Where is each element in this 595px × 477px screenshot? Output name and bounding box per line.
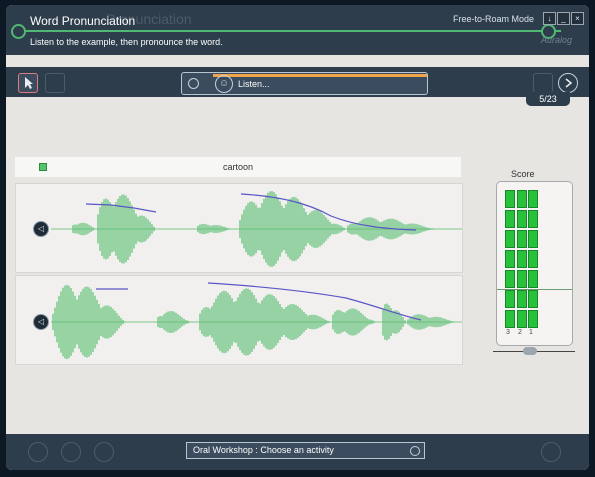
user-waveform-panel: ◁: [15, 275, 463, 365]
score-cell: [517, 270, 527, 288]
status-label: Listen...: [238, 79, 270, 89]
repeat-icon[interactable]: [533, 73, 553, 93]
score-cell: [517, 290, 527, 308]
help-button[interactable]: ↓: [543, 12, 556, 25]
score-slider[interactable]: [493, 347, 575, 355]
listen-bar: ☺ Listen...: [181, 72, 428, 95]
score-cell: [528, 310, 538, 328]
tools-icon[interactable]: [94, 442, 114, 462]
activity-selector[interactable]: Oral Workshop : Choose an activity: [186, 442, 425, 459]
play-user-icon[interactable]: ◁: [33, 314, 49, 330]
model-waveform: [51, 191, 462, 267]
score-meter: 3 2 1: [496, 181, 573, 346]
score-cell: [505, 230, 515, 248]
score-cell: [505, 250, 515, 268]
pointer-tool-icon[interactable]: [18, 73, 38, 93]
slider-knob[interactable]: [523, 347, 537, 355]
score-cell: [517, 210, 527, 228]
score-cell: [528, 290, 538, 308]
score-cell: [505, 290, 515, 308]
window-title: Word Pronunciation: [30, 14, 136, 28]
edit-tool-icon[interactable]: [45, 73, 65, 93]
user-waveform: [51, 282, 462, 360]
toolbar: ☺ Listen...: [6, 67, 589, 97]
listen-head-icon[interactable]: ☺: [215, 75, 233, 93]
score-number-3: 3: [506, 329, 510, 336]
record-icon[interactable]: [188, 78, 199, 89]
settings-icon[interactable]: [61, 442, 81, 462]
score-cell: [528, 230, 538, 248]
next-icon[interactable]: [558, 73, 578, 93]
header-line: [16, 30, 561, 32]
title-bar: Pronunciation Word Pronunciation Listen …: [6, 5, 589, 55]
score-cell: [528, 270, 538, 288]
score-cell: [505, 210, 515, 228]
score-cell: [528, 250, 538, 268]
score-cell: [528, 190, 538, 208]
score-number-1: 1: [529, 329, 533, 336]
close-button[interactable]: ×: [571, 12, 584, 25]
score-cell: [505, 270, 515, 288]
home-icon[interactable]: [28, 442, 48, 462]
score-cell: [505, 190, 515, 208]
score-cell: [528, 210, 538, 228]
model-waveform-panel: ◁: [15, 183, 463, 273]
app-window: Pronunciation Word Pronunciation Listen …: [6, 5, 589, 470]
instruction-text: Listen to the example, then pronounce th…: [30, 37, 223, 47]
exercise-counter: 5/23: [526, 92, 570, 106]
score-cell: [517, 230, 527, 248]
refresh-icon[interactable]: [541, 442, 561, 462]
score-cell: [517, 250, 527, 268]
score-label: Score: [511, 169, 535, 179]
score-cell: [505, 310, 515, 328]
score-number-2: 2: [518, 329, 522, 336]
word-bar: cartoon: [15, 157, 461, 177]
score-cell: [517, 190, 527, 208]
activity-menu-icon[interactable]: [410, 446, 420, 456]
brand-logo: Auralog: [541, 35, 573, 45]
play-model-icon[interactable]: ◁: [33, 221, 49, 237]
target-word: cartoon: [222, 162, 254, 172]
progress-fill: [213, 74, 427, 77]
score-cell: [517, 310, 527, 328]
minimize-button[interactable]: _: [557, 12, 570, 25]
bottom-bar: Oral Workshop : Choose an activity: [6, 434, 589, 470]
mode-label: Free-to-Roam Mode: [453, 14, 535, 24]
activity-label: Oral Workshop : Choose an activity: [193, 445, 334, 455]
header-dot-left: [11, 24, 26, 39]
